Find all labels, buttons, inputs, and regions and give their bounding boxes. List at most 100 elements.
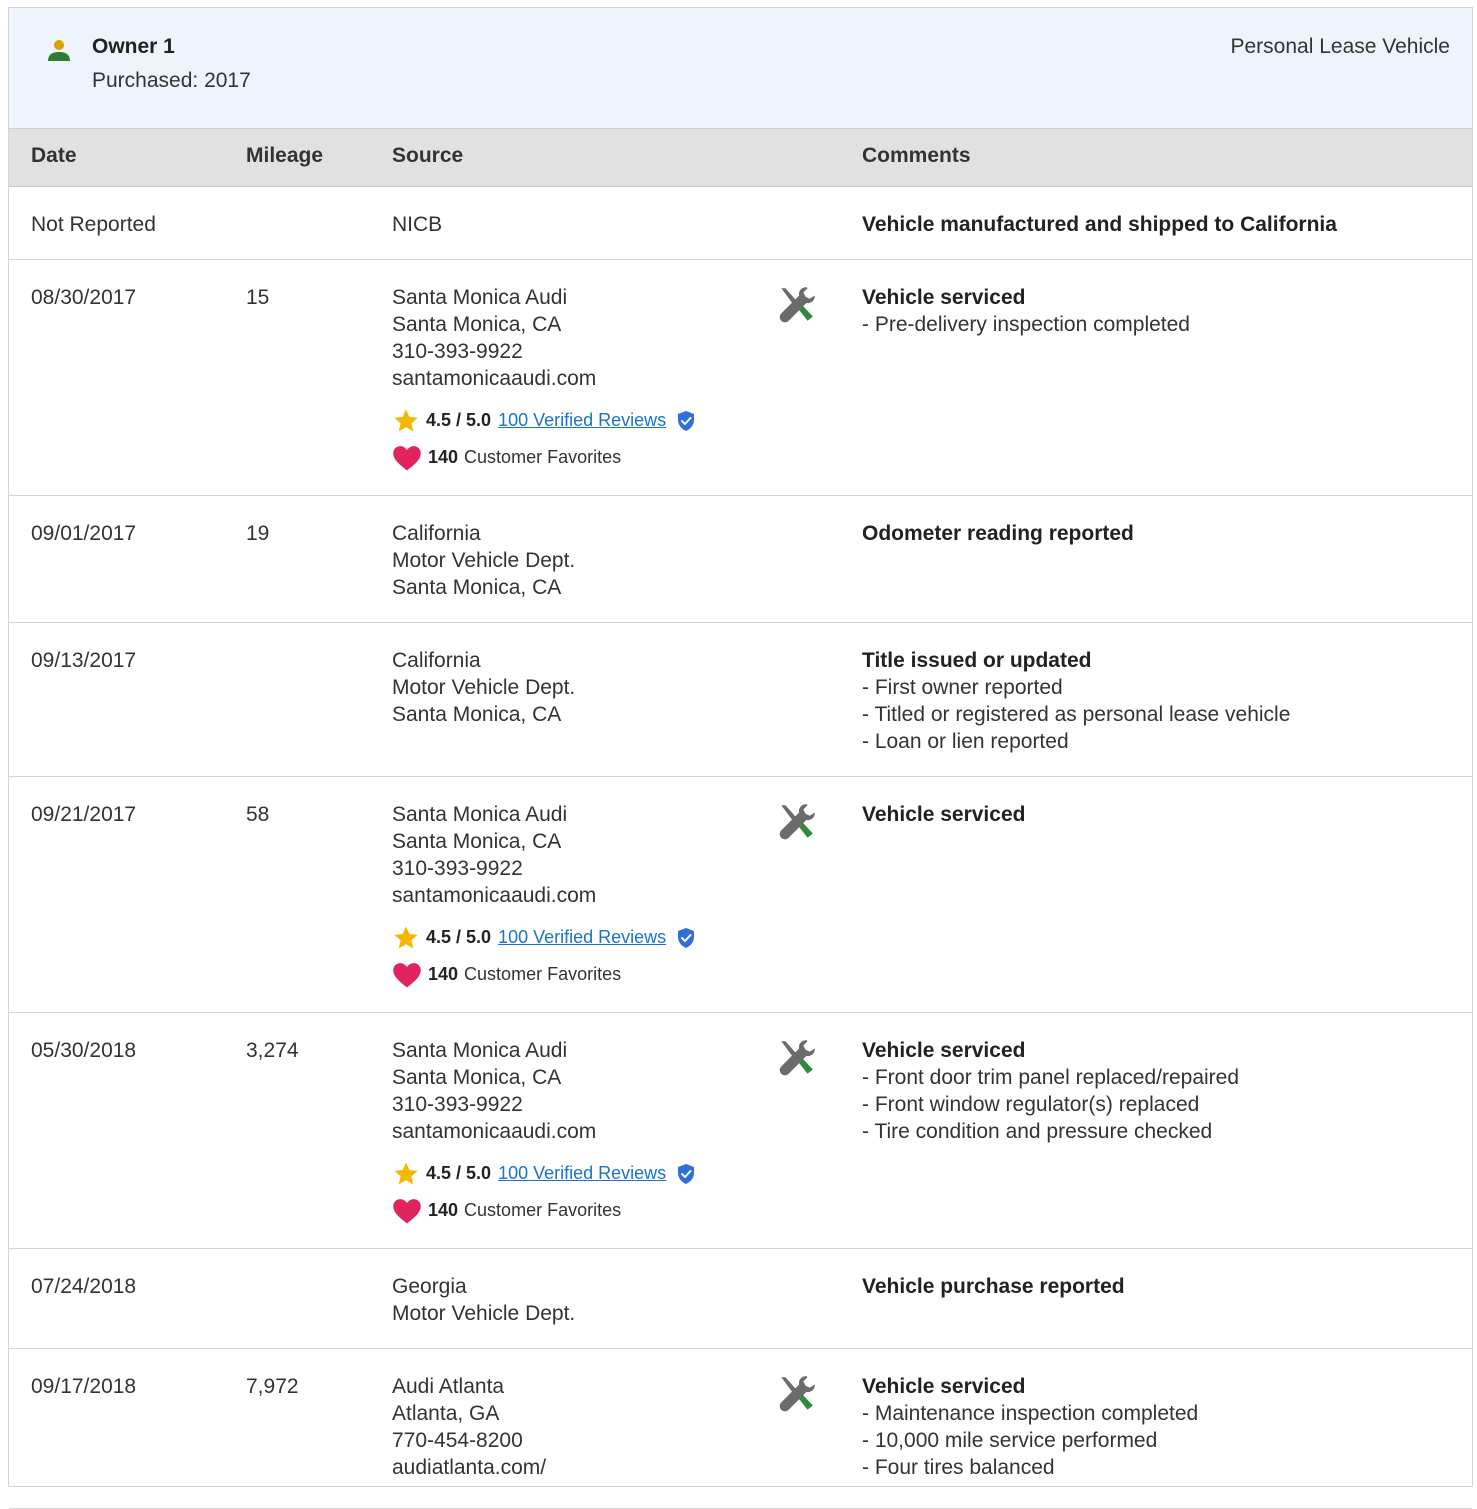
source-line: audiatlanta.com/ bbox=[392, 1456, 547, 1479]
row-date: 09/17/2018 bbox=[31, 1375, 137, 1398]
table-row: 08/30/2017 15 Santa Monica Audi Santa Monic… bbox=[9, 260, 1472, 496]
header-source: Source bbox=[392, 144, 464, 167]
dealer-rating: 4.5 / 5.0 100 Verified Reviews 140 Customer… bbox=[392, 402, 762, 476]
source-line: Santa Monica Audi bbox=[392, 803, 568, 826]
verified-badge-icon bbox=[678, 410, 695, 431]
comment-item: - First owner reported bbox=[862, 676, 1063, 699]
header-date: Date bbox=[31, 144, 77, 167]
row-comments: Vehicle manufactured and shipped to Cali… bbox=[862, 211, 1462, 238]
row-date: Not Reported bbox=[31, 213, 156, 236]
row-source: NICB bbox=[392, 211, 762, 238]
row-date: 09/01/2017 bbox=[31, 522, 137, 545]
row-mileage: 19 bbox=[246, 522, 270, 545]
table-row: 09/17/2018 7,972 Audi Atlanta Atlanta, GA 77… bbox=[9, 1349, 1472, 1509]
comment-item: - Titled or registered as personal lease… bbox=[862, 703, 1291, 726]
row-source: California Motor Vehicle Dept. Santa Monic… bbox=[392, 520, 762, 601]
verified-badge-icon bbox=[678, 1163, 695, 1184]
favorites-count: 140 bbox=[428, 1200, 459, 1220]
source-line: santamonicaaudi.com bbox=[392, 1120, 597, 1143]
table-header: Date Mileage Source Comments bbox=[9, 129, 1472, 187]
comment-item: - Tire condition and pressure checked bbox=[862, 1120, 1213, 1143]
source-line: Motor Vehicle Dept. bbox=[392, 1302, 576, 1325]
heart-icon bbox=[393, 445, 421, 470]
comment-heading: Vehicle serviced bbox=[862, 1039, 1026, 1062]
favorites-line: 140 Customer Favorites bbox=[392, 439, 762, 476]
source-line: Santa Monica, CA bbox=[392, 830, 562, 853]
source-line: Motor Vehicle Dept. bbox=[392, 676, 576, 699]
star-icon bbox=[394, 1161, 418, 1184]
source-line: Audi Atlanta bbox=[392, 1375, 505, 1398]
row-source: Santa Monica Audi Santa Monica, CA 310-393… bbox=[392, 801, 762, 993]
row-source: Georgia Motor Vehicle Dept. bbox=[392, 1273, 762, 1327]
row-comments: Odometer reading reported bbox=[862, 520, 1462, 547]
comment-item: - Four tires balanced bbox=[862, 1456, 1055, 1479]
row-date: 05/30/2018 bbox=[31, 1039, 137, 1062]
comment-item: - Pre-delivery inspection completed bbox=[862, 313, 1190, 336]
row-comments: Vehicle serviced - Maintenance inspection… bbox=[862, 1373, 1462, 1481]
comment-item: - 10,000 mile service performed bbox=[862, 1429, 1158, 1452]
row-date: 07/24/2018 bbox=[31, 1275, 137, 1298]
star-icon bbox=[394, 925, 418, 948]
heart-icon bbox=[393, 1198, 421, 1223]
row-source: Santa Monica Audi Santa Monica, CA 310-393… bbox=[392, 284, 762, 476]
star-icon bbox=[394, 408, 418, 431]
favorites-label: Customer Favorites bbox=[464, 447, 622, 467]
comment-heading: Vehicle serviced bbox=[862, 286, 1026, 309]
source-line: 310-393-9922 bbox=[392, 1093, 523, 1116]
source-line: California bbox=[392, 522, 481, 545]
row-date: 08/30/2017 bbox=[31, 286, 137, 309]
comment-item: - Front door trim panel replaced/repaire… bbox=[862, 1066, 1240, 1089]
person-icon bbox=[48, 40, 70, 61]
verified-reviews-link[interactable]: 100 Verified Reviews bbox=[498, 919, 666, 956]
source-line: NICB bbox=[392, 213, 443, 236]
row-comments: Vehicle purchase reported bbox=[862, 1273, 1462, 1300]
table-row: 09/01/2017 19 California Motor Vehicle Dept… bbox=[9, 496, 1472, 623]
favorites-count: 140 bbox=[428, 447, 459, 467]
owner-purchased: Purchased: 2017 bbox=[92, 69, 251, 92]
source-line: 770-454-8200 bbox=[392, 1429, 523, 1452]
table-row: 09/21/2017 58 Santa Monica Audi Santa Monic… bbox=[9, 777, 1472, 1013]
source-line: Santa Monica, CA bbox=[392, 1066, 562, 1089]
table-row: 05/30/2018 3,274 Santa Monica Audi Santa Mo… bbox=[9, 1013, 1472, 1249]
row-mileage: 15 bbox=[246, 286, 270, 309]
comment-item: - Maintenance inspection completed bbox=[862, 1402, 1199, 1425]
row-mileage: 58 bbox=[246, 803, 270, 826]
rating-line: 4.5 / 5.0 100 Verified Reviews bbox=[392, 402, 762, 439]
table-row: Not Reported NICB Vehicle manufactured and… bbox=[9, 187, 1472, 260]
row-date: 09/13/2017 bbox=[31, 649, 137, 672]
dealer-rating: 4.5 / 5.0 100 Verified Reviews 140 Customer… bbox=[392, 1155, 762, 1229]
row-mileage: 3,274 bbox=[246, 1039, 299, 1062]
rating-line: 4.5 / 5.0 100 Verified Reviews bbox=[392, 1155, 762, 1192]
row-comments: Vehicle serviced - Pre-delivery inspectio… bbox=[862, 284, 1462, 338]
source-line: Santa Monica Audi bbox=[392, 286, 568, 309]
rating-line: 4.5 / 5.0 100 Verified Reviews bbox=[392, 919, 762, 956]
comment-heading: Vehicle manufactured and shipped to Cali… bbox=[862, 213, 1337, 236]
verified-reviews-link[interactable]: 100 Verified Reviews bbox=[498, 402, 666, 439]
comment-item: - Front window regulator(s) replaced bbox=[862, 1093, 1200, 1116]
source-line: 310-393-9922 bbox=[392, 857, 523, 880]
source-line: Santa Monica, CA bbox=[392, 313, 562, 336]
row-source: Santa Monica Audi Santa Monica, CA 310-393… bbox=[392, 1037, 762, 1229]
dealer-rating: 4.5 / 5.0 100 Verified Reviews 140 Customer… bbox=[392, 919, 762, 993]
comment-heading: Vehicle serviced bbox=[862, 803, 1026, 826]
favorites-label: Customer Favorites bbox=[464, 964, 622, 984]
row-comments: Vehicle serviced bbox=[862, 801, 1462, 828]
table-row: 07/24/2018 Georgia Motor Vehicle Dept. Vehi… bbox=[9, 1249, 1472, 1349]
comment-heading: Title issued or updated bbox=[862, 649, 1092, 672]
source-line: California bbox=[392, 649, 481, 672]
rating-value: 4.5 / 5.0 bbox=[426, 927, 492, 947]
comment-heading: Vehicle serviced bbox=[862, 1375, 1026, 1398]
vehicle-history-card: Owner 1 Purchased: 2017 Personal Lease V… bbox=[8, 7, 1473, 1509]
table-row: 09/13/2017 California Motor Vehicle Dept. S… bbox=[9, 623, 1472, 777]
owner-header: Owner 1 Purchased: 2017 Personal Lease V… bbox=[9, 8, 1472, 129]
owner-type: Personal Lease Vehicle bbox=[1230, 35, 1451, 58]
wrench-screwdriver-icon bbox=[775, 1037, 817, 1085]
verified-reviews-link[interactable]: 100 Verified Reviews bbox=[498, 1155, 666, 1192]
rating-value: 4.5 / 5.0 bbox=[426, 1163, 492, 1183]
wrench-screwdriver-icon bbox=[775, 1373, 817, 1421]
source-line: Santa Monica, CA bbox=[392, 576, 562, 599]
comment-item: - Loan or lien reported bbox=[862, 730, 1069, 753]
row-mileage: 7,972 bbox=[246, 1375, 299, 1398]
row-source: Audi Atlanta Atlanta, GA 770-454-8200 audia… bbox=[392, 1373, 762, 1481]
favorites-line: 140 Customer Favorites bbox=[392, 956, 762, 993]
